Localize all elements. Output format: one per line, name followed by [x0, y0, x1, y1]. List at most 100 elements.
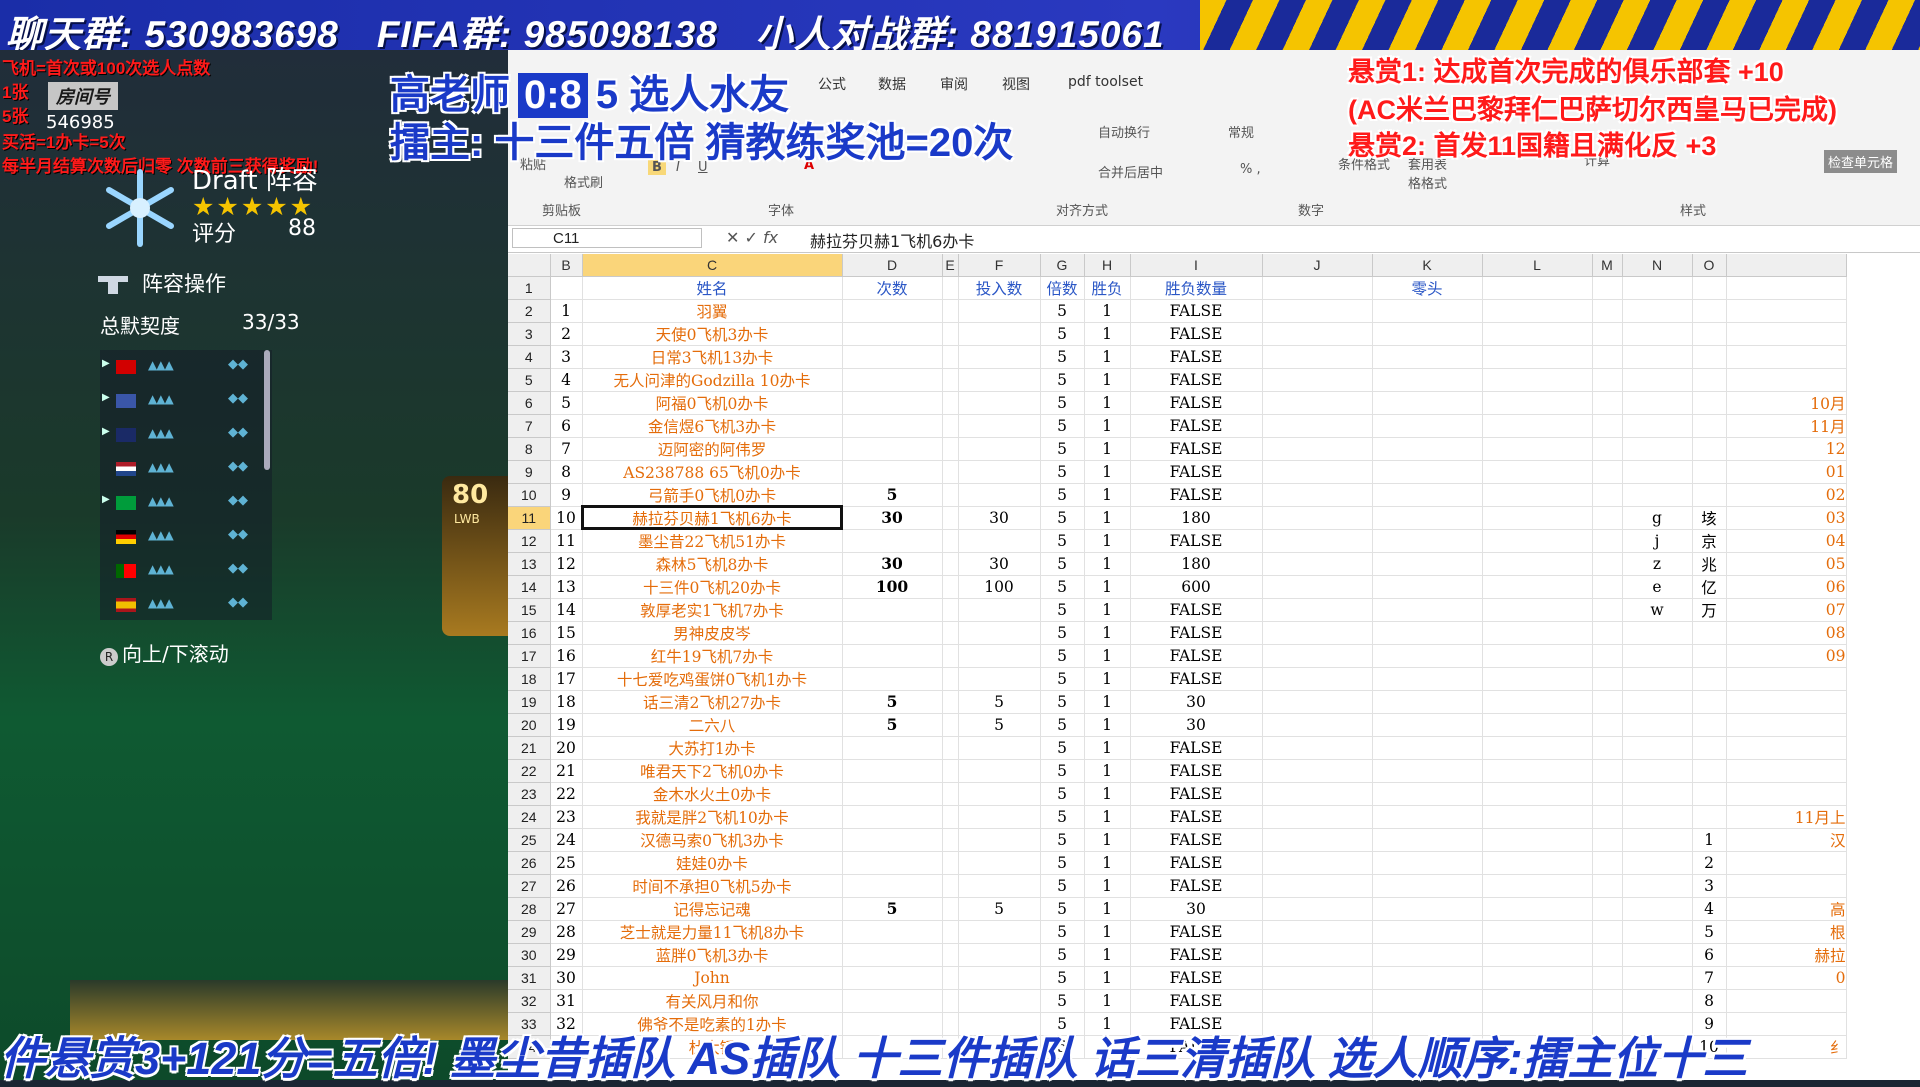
cell-p[interactable]: 04	[1726, 529, 1847, 553]
cell-count[interactable]: 100	[842, 575, 943, 599]
cell[interactable]	[942, 736, 959, 760]
cell-input[interactable]: 30	[958, 552, 1041, 576]
cell[interactable]	[1592, 368, 1623, 392]
cell-n[interactable]	[1622, 368, 1693, 392]
cell-name[interactable]: 唯君天下2飞机0办卡	[582, 759, 843, 783]
tab-view[interactable]: 视图	[1002, 74, 1030, 94]
cell-index[interactable]: 4	[550, 368, 583, 392]
cell-count[interactable]	[842, 874, 943, 898]
cell-input[interactable]	[958, 368, 1041, 392]
cell-index[interactable]: 22	[550, 782, 583, 806]
cell-result-count[interactable]: FALSE	[1130, 345, 1263, 369]
cell-n[interactable]	[1622, 759, 1693, 783]
cell-index[interactable]: 20	[550, 736, 583, 760]
cell-p[interactable]: 11月上	[1726, 805, 1847, 829]
cell-index[interactable]: 21	[550, 759, 583, 783]
cell-result-count[interactable]: FALSE	[1130, 644, 1263, 668]
cell-count[interactable]	[842, 782, 943, 806]
cell[interactable]	[942, 575, 959, 599]
cell-n[interactable]: z	[1622, 552, 1693, 576]
cell-name[interactable]: 娃娃0办卡	[582, 851, 843, 875]
cell-name[interactable]: 赫拉芬贝赫1飞机6办卡	[581, 505, 843, 531]
cell-multiplier[interactable]: 5	[1040, 667, 1085, 691]
cell-result[interactable]: 1	[1084, 851, 1131, 875]
cell[interactable]	[1592, 782, 1623, 806]
cell[interactable]	[1262, 667, 1373, 691]
cell-result[interactable]: 1	[1084, 322, 1131, 346]
row-header[interactable]: 10	[508, 483, 551, 507]
cell-p[interactable]: 汉	[1726, 828, 1847, 852]
cell-multiplier[interactable]: 5	[1040, 920, 1085, 944]
cell[interactable]	[1262, 322, 1373, 346]
cell[interactable]	[1372, 621, 1483, 645]
league-row[interactable]: ▲▲▲ ◆◆	[100, 524, 264, 556]
cell-name[interactable]: 无人问津的Godzilla 10办卡	[582, 368, 843, 392]
cell[interactable]	[942, 345, 959, 369]
cell[interactable]	[1592, 805, 1623, 829]
chevron-right-icon[interactable]: ▶	[102, 358, 110, 369]
league-row[interactable]: ▶ ▲▲▲ ◆◆	[100, 490, 264, 522]
cell-result[interactable]: 1	[1084, 460, 1131, 484]
cell-multiplier[interactable]: 5	[1040, 713, 1085, 737]
cell-p[interactable]	[1726, 736, 1847, 760]
cell-name[interactable]: 汉德马索0飞机3办卡	[582, 828, 843, 852]
cell-count[interactable]	[842, 529, 943, 553]
column-header[interactable]: J	[1262, 254, 1373, 277]
column-header[interactable]: I	[1130, 254, 1263, 277]
cell-index[interactable]: 2	[550, 322, 583, 346]
cell-input[interactable]: 5	[958, 690, 1041, 714]
cell-n[interactable]	[1622, 828, 1693, 852]
cell-o[interactable]	[1692, 644, 1727, 668]
cell[interactable]	[1482, 874, 1593, 898]
cell-multiplier[interactable]: 5	[1040, 483, 1085, 507]
cell-index[interactable]: 7	[550, 437, 583, 461]
cell-name[interactable]: 迈阿密的阿伟罗	[582, 437, 843, 461]
cell[interactable]	[1262, 897, 1373, 921]
cell-name[interactable]: 记得忘记魂	[582, 897, 843, 921]
cell-p[interactable]: 06	[1726, 575, 1847, 599]
cell-index[interactable]: 27	[550, 897, 583, 921]
cell[interactable]	[942, 874, 959, 898]
cell-input[interactable]	[958, 920, 1041, 944]
cell[interactable]	[1372, 552, 1483, 576]
league-row[interactable]: ▶ ▲▲▲ ◆◆	[100, 354, 264, 386]
cell[interactable]	[1262, 920, 1373, 944]
cell[interactable]	[1372, 782, 1483, 806]
cell-result-count[interactable]: FALSE	[1130, 782, 1263, 806]
cell-p[interactable]	[1726, 667, 1847, 691]
cell-index[interactable]: 3	[550, 345, 583, 369]
cell-multiplier[interactable]: 5	[1040, 644, 1085, 668]
cell-input[interactable]	[958, 299, 1041, 323]
cell-o[interactable]	[1692, 759, 1727, 783]
cell-result-count[interactable]: 180	[1130, 552, 1263, 576]
cell-n[interactable]	[1622, 874, 1693, 898]
cell-p[interactable]: 05	[1726, 552, 1847, 576]
cell-index[interactable]: 8	[550, 460, 583, 484]
cell-result[interactable]: 1	[1084, 782, 1131, 806]
cell[interactable]	[1262, 391, 1373, 415]
cell-result[interactable]: 1	[1084, 483, 1131, 507]
cell-name[interactable]: 我就是胖2飞机10办卡	[582, 805, 843, 829]
cell-result[interactable]: 1	[1084, 943, 1131, 967]
cell[interactable]	[942, 621, 959, 645]
header-input[interactable]: 投入数	[958, 276, 1041, 300]
cell-result-count[interactable]: 600	[1130, 575, 1263, 599]
cell-count[interactable]	[842, 345, 943, 369]
cell[interactable]	[1372, 759, 1483, 783]
cell[interactable]	[942, 483, 959, 507]
cell-index[interactable]: 10	[550, 506, 583, 530]
cell[interactable]	[1372, 713, 1483, 737]
cell-input[interactable]	[958, 782, 1041, 806]
cell-o[interactable]	[1692, 414, 1727, 438]
column-header[interactable]: N	[1622, 254, 1693, 277]
cell[interactable]	[1372, 943, 1483, 967]
cell[interactable]	[1372, 598, 1483, 622]
cell-p[interactable]	[1726, 989, 1847, 1013]
cell-input[interactable]	[958, 644, 1041, 668]
cell-result[interactable]: 1	[1084, 874, 1131, 898]
cell-o[interactable]: 3	[1692, 874, 1727, 898]
league-row[interactable]: ▲▲▲ ◆◆	[100, 456, 264, 488]
league-row[interactable]: ▲▲▲ ◆◆	[100, 558, 264, 590]
cell[interactable]	[1592, 621, 1623, 645]
cell-p[interactable]	[1726, 874, 1847, 898]
